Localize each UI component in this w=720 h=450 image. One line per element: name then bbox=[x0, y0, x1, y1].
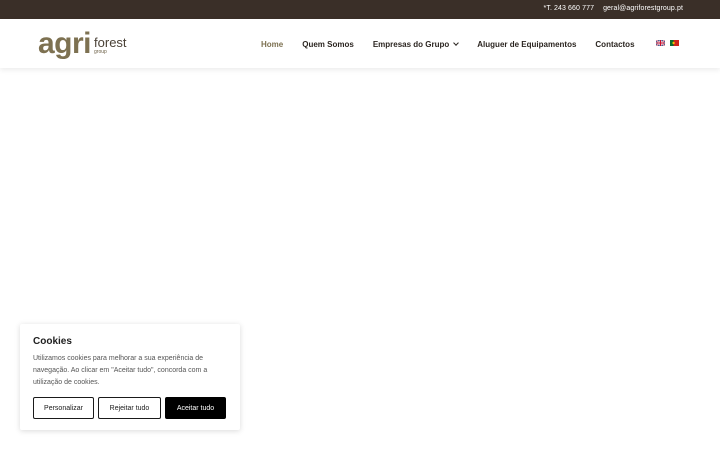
language-switcher bbox=[656, 40, 679, 46]
cookie-title: Cookies bbox=[33, 336, 72, 347]
nav-item-label: Aluguer de Equipamentos bbox=[477, 39, 577, 49]
nav-item-quem-somos[interactable]: Quem Somos bbox=[302, 40, 354, 49]
phone-link[interactable]: *T. 243 660 777 bbox=[544, 5, 595, 12]
main-nav: Home Quem Somos Empresas do Grupo Alugue… bbox=[261, 38, 654, 50]
nav-item-label: Quem Somos bbox=[302, 39, 354, 49]
cookie-text: Utilizamos cookies para melhorar a sua e… bbox=[33, 355, 208, 386]
chevron-down-icon bbox=[453, 40, 460, 46]
reject-all-button[interactable]: Rejeitar tudo bbox=[98, 397, 161, 419]
email-link[interactable]: geral@agriforestgroup.pt bbox=[603, 5, 683, 12]
top-bar: *T. 243 660 777 geral@agriforestgroup.pt bbox=[0, 0, 720, 19]
nav-item-home[interactable]: Home bbox=[261, 40, 283, 49]
contact-info: *T. 243 660 777 geral@agriforestgroup.pt bbox=[544, 5, 683, 12]
logo-right: forest group bbox=[94, 35, 127, 59]
cookie-banner: Cookies Utilizamos cookies para melhorar… bbox=[20, 324, 240, 430]
logo-agri-text: agri bbox=[38, 27, 92, 60]
site-header: agri forest group Home Quem Somos Empres… bbox=[0, 19, 720, 68]
nav-item-label: Home bbox=[261, 39, 284, 49]
customize-button[interactable]: Personalizar bbox=[33, 397, 94, 419]
site-logo[interactable]: agri forest group bbox=[38, 27, 127, 59]
nav-item-label: Empresas do Grupo bbox=[372, 39, 450, 49]
nav-item-empresas-do-grupo[interactable]: Empresas do Grupo bbox=[372, 39, 460, 49]
en-flag-icon[interactable] bbox=[656, 40, 665, 46]
logo-group-text: group bbox=[94, 49, 107, 55]
nav-item-label: Contactos bbox=[595, 39, 635, 49]
nav-item-contactos[interactable]: Contactos bbox=[595, 40, 634, 49]
logo-forest-text: forest bbox=[94, 35, 127, 50]
nav-item-aluguer-de-equipamentos[interactable]: Aluguer de Equipamentos bbox=[477, 40, 576, 49]
cookie-buttons: Personalizar Rejeitar tudo Aceitar tudo bbox=[33, 397, 226, 419]
accept-all-button[interactable]: Aceitar tudo bbox=[165, 397, 226, 419]
pt-flag-icon[interactable] bbox=[670, 40, 679, 46]
